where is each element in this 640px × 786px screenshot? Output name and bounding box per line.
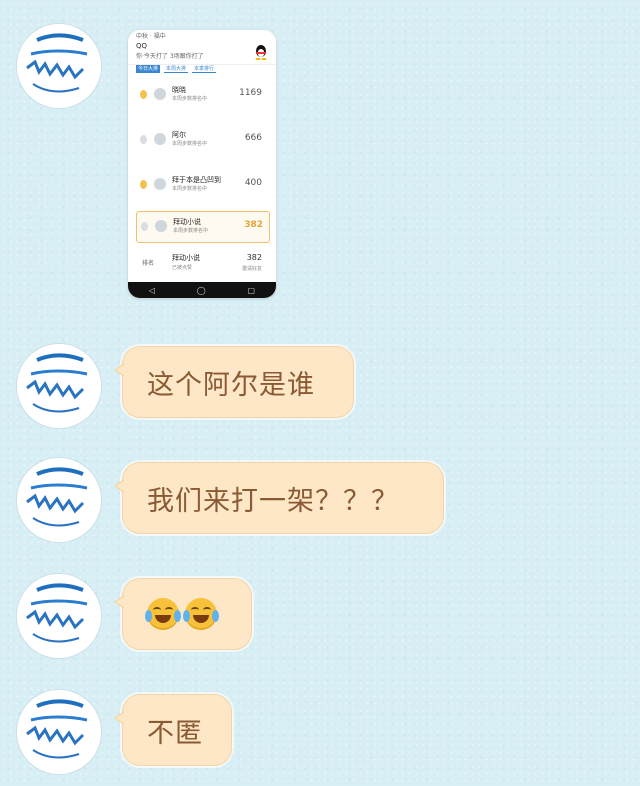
row-desc: 本周步数排名中 <box>173 228 209 234</box>
back-icon: ◁ <box>148 285 156 295</box>
android-nav-bar: ◁ ◯ ▢ <box>128 282 276 298</box>
bulb-icon <box>140 180 147 189</box>
avatar-graffiti-icon <box>17 24 101 108</box>
message-text: 我们来打一架？？？ <box>147 485 399 517</box>
phone-tab: 今日大排 <box>136 65 161 73</box>
message-text: 不匿 <box>147 717 203 749</box>
row-name: 晓晓 <box>172 86 186 94</box>
phone-title: QQ <box>136 42 148 50</box>
leaderboard-row: 拜于本是凸凹到 本周步数排名中 400 <box>136 170 268 200</box>
my-name: 拜动小说 <box>172 254 200 262</box>
phone-tabs: 今日大排 本周大排 本季排行 <box>128 65 276 73</box>
row-score: 400 <box>244 178 262 188</box>
avatar <box>154 178 166 190</box>
message-text: 这个阿尔是谁 <box>147 369 315 401</box>
phone-tab: 本周大排 <box>164 66 189 73</box>
my-desc: 已被点赞 <box>172 265 193 271</box>
face-with-tears-of-joy-icon <box>145 598 181 630</box>
chat-bubble[interactable] <box>114 578 252 650</box>
row-name: 拜动小说 <box>173 218 201 226</box>
row-name: 阿尔 <box>172 131 186 139</box>
qq-penguin-icon <box>255 45 267 60</box>
phone-header: QQ 你·今天打了 3场跟你打了 <box>128 42 276 65</box>
leaderboard-row-highlighted: 拜动小说 本周步数排名中 382 <box>136 211 270 243</box>
my-score: 382 <box>246 253 262 262</box>
row-score: 1169 <box>239 88 262 98</box>
phone-tab: 本季排行 <box>192 66 217 73</box>
bulb-icon <box>140 90 147 99</box>
phone-subtitle: 你·今天打了 3场跟你打了 <box>136 53 204 60</box>
chat-bubble[interactable]: 不匿 <box>114 694 232 766</box>
avatar[interactable] <box>17 574 101 658</box>
avatar[interactable] <box>17 458 101 542</box>
chat-bubble[interactable]: 我们来打一架？？？ <box>114 462 444 534</box>
home-icon: ◯ <box>196 285 206 295</box>
phone-status-bar: 中秋 · 福中 <box>136 33 166 40</box>
row-desc: 本周步数排名中 <box>172 186 208 192</box>
row-score: 666 <box>244 133 262 143</box>
my-rank-label: 排名 <box>142 260 155 267</box>
recents-icon: ▢ <box>247 285 256 295</box>
avatar[interactable] <box>17 24 101 108</box>
avatar-graffiti-icon <box>17 458 101 542</box>
leaderboard-row: 阿尔 本周步数排名中 666 <box>136 125 268 155</box>
row-desc: 本周步数排名中 <box>172 96 208 102</box>
avatar <box>154 133 166 145</box>
row-name: 拜于本是凸凹到 <box>172 176 221 184</box>
face-with-tears-of-joy-icon <box>183 598 219 630</box>
leaderboard-row: 晓晓 本周步数排名中 1169 <box>136 80 268 110</box>
avatar-graffiti-icon <box>17 344 101 428</box>
bulb-icon <box>140 135 147 144</box>
avatar[interactable] <box>17 690 101 774</box>
invite-link: 邀请好友 <box>241 266 262 272</box>
bulb-icon <box>141 222 148 231</box>
avatar-graffiti-icon <box>17 574 101 658</box>
avatar[interactable] <box>17 344 101 428</box>
row-desc: 本周步数排名中 <box>172 141 208 147</box>
screenshot-image-message[interactable]: 中秋 · 福中 QQ 你·今天打了 3场跟你打了 今日大排 本周大排 本季排行 … <box>128 30 276 298</box>
row-score: 382 <box>244 220 263 230</box>
avatar <box>154 88 166 100</box>
avatar-graffiti-icon <box>17 690 101 774</box>
avatar <box>155 220 167 232</box>
chat-bubble[interactable]: 这个阿尔是谁 <box>114 346 354 418</box>
my-rank-row: 排名 拜动小说 已被点赞 382 邀请好友 <box>136 248 268 280</box>
